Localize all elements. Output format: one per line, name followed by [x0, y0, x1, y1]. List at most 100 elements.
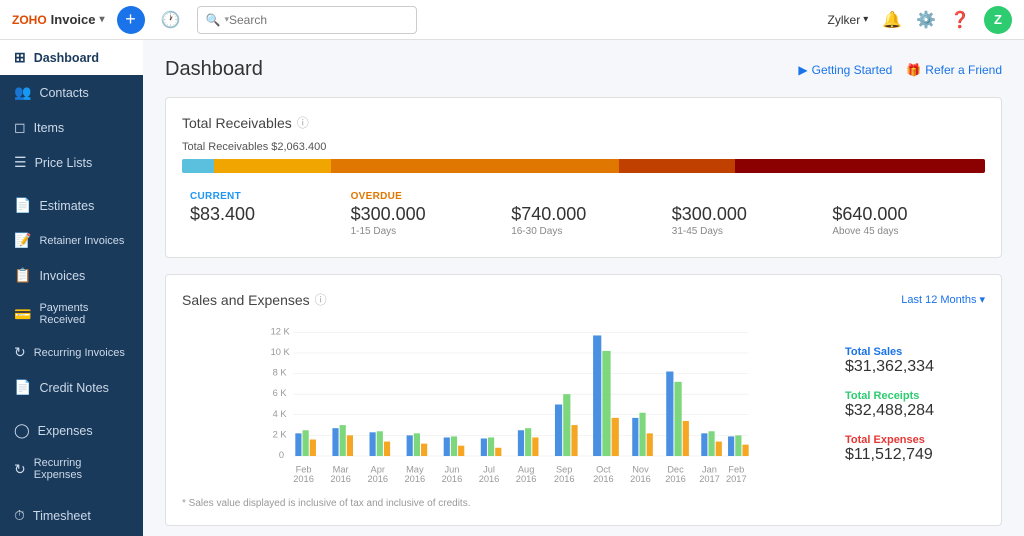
sidebar-label-dashboard: Dashboard — [34, 51, 99, 65]
svg-text:2016: 2016 — [593, 474, 614, 484]
svg-text:2016: 2016 — [405, 474, 426, 484]
svg-text:2016: 2016 — [516, 474, 537, 484]
retainer-invoices-icon: 📝 — [14, 232, 31, 249]
sidebar-item-retainer-invoices[interactable]: 📝 Retainer Invoices — [0, 223, 143, 258]
legend-total-expenses: Total Expenses $11,512,749 — [845, 434, 985, 464]
sidebar-item-timesheet[interactable]: ⏱ Timesheet — [0, 498, 143, 533]
svg-text:2016: 2016 — [554, 474, 575, 484]
legend-value-expenses: $11,512,749 — [845, 446, 985, 464]
timesheet-icon: ⏱ — [14, 507, 25, 524]
search-input[interactable] — [229, 13, 408, 27]
rec-col-current: CURRENT $83.400 — [182, 187, 343, 241]
settings-icon[interactable]: ⚙️ — [916, 10, 936, 30]
bar-segment-o3 — [619, 159, 735, 173]
rec-days-16-30: 16-30 Days — [511, 226, 656, 237]
sidebar-item-contacts[interactable]: 👥 Contacts — [0, 75, 143, 110]
brand-logo[interactable]: ZOHO Invoice ▾ — [12, 12, 105, 27]
svg-text:10 K: 10 K — [271, 347, 291, 357]
topbar: ZOHO Invoice ▾ + 🕐 🔍 ▾ Zylker ▾ 🔔 ⚙️ ❓ Z — [0, 0, 1024, 40]
play-icon: ▶ — [798, 63, 807, 77]
svg-text:2 K: 2 K — [273, 429, 288, 439]
sidebar-item-expenses[interactable]: ◯ Expenses — [0, 413, 143, 448]
sidebar-item-estimates[interactable]: 📄 Estimates — [0, 188, 143, 223]
recurring-invoices-icon: ↻ — [14, 344, 26, 361]
search-icon: 🔍 — [206, 13, 221, 27]
sidebar: ⊞ Dashboard 👥 Contacts ◻ Items ☰ Price L… — [0, 40, 143, 536]
sidebar-label-contacts: Contacts — [39, 86, 88, 100]
sidebar-item-recurring-expenses[interactable]: ↻ Recurring Expenses — [0, 448, 143, 490]
rec-col-overdue: OVERDUE $300.000 1-15 Days — [343, 187, 504, 241]
sidebar-item-credit-notes[interactable]: 📄 Credit Notes — [0, 370, 143, 405]
sales-header: Sales and Expenses ⓘ Last 12 Months ▾ — [182, 291, 985, 308]
svg-text:2017: 2017 — [699, 474, 720, 484]
history-icon[interactable]: 🕐 — [157, 6, 185, 34]
rec-label-current: CURRENT — [190, 191, 335, 202]
receivables-card: Total Receivables ⓘ Total Receivables $2… — [165, 97, 1002, 258]
sidebar-label-retainer-invoices: Retainer Invoices — [39, 235, 124, 247]
items-icon: ◻ — [14, 119, 26, 136]
legend-total-receipts: Total Receipts $32,488,284 — [845, 390, 985, 420]
sidebar-item-items[interactable]: ◻ Items — [0, 110, 143, 145]
legend-label-expenses: Total Expenses — [845, 434, 985, 446]
svg-text:2016: 2016 — [665, 474, 686, 484]
add-button[interactable]: + — [117, 6, 145, 34]
rec-amount-16-30: $740.000 — [511, 204, 656, 225]
legend-value-sales: $31,362,334 — [845, 358, 985, 376]
rec-label-above45: - — [832, 191, 977, 202]
svg-text:12 K: 12 K — [271, 326, 291, 336]
notification-icon[interactable]: 🔔 — [882, 10, 902, 30]
brand-zoho-text: ZOHO — [12, 13, 47, 27]
receivables-bar — [182, 159, 985, 173]
svg-text:2016: 2016 — [479, 474, 500, 484]
sidebar-item-payments-received[interactable]: 💳 Payments Received — [0, 293, 143, 335]
rec-days-31-45: 31-45 Days — [672, 226, 817, 237]
chart-right: Total Sales $31,362,334 Total Receipts $… — [845, 320, 985, 490]
sidebar-item-price-lists[interactable]: ☰ Price Lists — [0, 145, 143, 180]
sidebar-label-recurring-expenses: Recurring Expenses — [34, 457, 129, 481]
topbar-right: Zylker ▾ 🔔 ⚙️ ❓ Z — [828, 6, 1012, 34]
user-menu[interactable]: Zylker ▾ — [828, 13, 869, 27]
receivables-columns: CURRENT $83.400 OVERDUE $300.000 1-15 Da… — [182, 187, 985, 241]
legend-value-receipts: $32,488,284 — [845, 402, 985, 420]
gift-icon: 🎁 — [906, 63, 921, 77]
sales-chart-svg: 12 K 10 K 8 K 6 K 4 K 2 K 0 — [182, 320, 829, 490]
credit-notes-icon: 📄 — [14, 379, 31, 396]
rec-amount-current: $83.400 — [190, 204, 335, 225]
rec-amount-31-45: $300.000 — [672, 204, 817, 225]
rec-col-16-30: - $740.000 16-30 Days — [503, 187, 664, 241]
price-lists-icon: ☰ — [14, 154, 27, 171]
contacts-icon: 👥 — [14, 84, 31, 101]
svg-text:8 K: 8 K — [273, 368, 288, 378]
sidebar-item-recurring-invoices[interactable]: ↻ Recurring Invoices — [0, 335, 143, 370]
page-title: Dashboard — [165, 58, 263, 81]
legend-total-sales: Total Sales $31,362,334 — [845, 346, 985, 376]
svg-text:2016: 2016 — [330, 474, 351, 484]
sidebar-label-credit-notes: Credit Notes — [39, 381, 108, 395]
rec-amount-above45: $640.000 — [832, 204, 977, 225]
avatar[interactable]: Z — [984, 6, 1012, 34]
content-header: Dashboard ▶ Getting Started 🎁 Refer a Fr… — [165, 58, 1002, 81]
dashboard-icon: ⊞ — [14, 49, 26, 66]
sales-info-icon[interactable]: ⓘ — [315, 291, 327, 308]
estimates-icon: 📄 — [14, 197, 31, 214]
bar-segment-o4 — [735, 159, 985, 173]
help-icon[interactable]: ❓ — [950, 10, 970, 30]
recurring-expenses-icon: ↻ — [14, 461, 26, 478]
period-select[interactable]: Last 12 Months ▾ — [901, 293, 985, 306]
sidebar-item-invoices[interactable]: 📋 Invoices — [0, 258, 143, 293]
chart-footnote: * Sales value displayed is inclusive of … — [182, 498, 985, 509]
svg-text:2016: 2016 — [442, 474, 463, 484]
sidebar-item-dashboard[interactable]: ⊞ Dashboard — [0, 40, 143, 75]
sales-card: Sales and Expenses ⓘ Last 12 Months ▾ 12… — [165, 274, 1002, 526]
bar-segment-o2 — [331, 159, 619, 173]
sidebar-label-timesheet: Timesheet — [33, 509, 91, 523]
svg-text:2017: 2017 — [726, 474, 747, 484]
period-chevron-icon: ▾ — [979, 293, 985, 306]
legend-label-sales: Total Sales — [845, 346, 985, 358]
refer-friend-link[interactable]: 🎁 Refer a Friend — [906, 63, 1002, 77]
getting-started-link[interactable]: ▶ Getting Started — [798, 63, 892, 77]
user-name: Zylker — [828, 13, 861, 27]
rec-days-overdue: 1-15 Days — [351, 226, 496, 237]
receivables-info-icon[interactable]: ⓘ — [297, 114, 309, 131]
brand-invoice-text: Invoice — [51, 12, 96, 27]
